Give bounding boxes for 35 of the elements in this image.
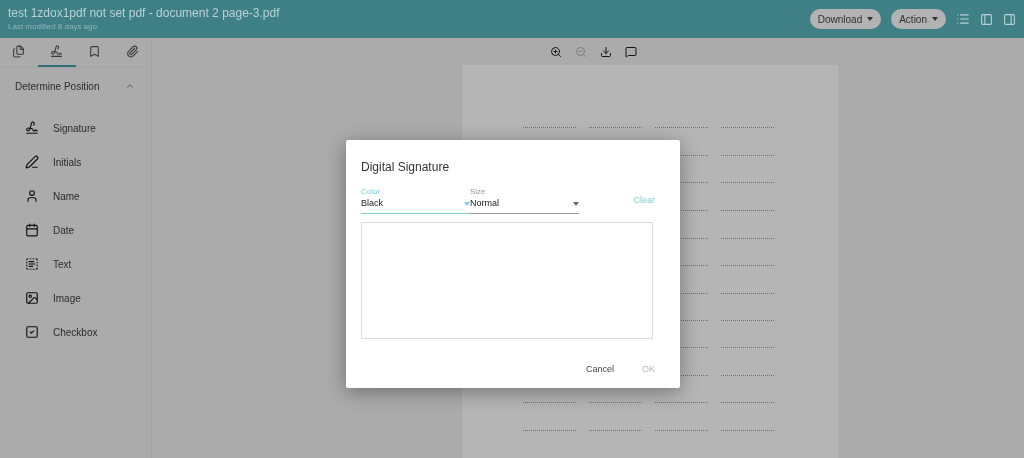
- last-modified: Last modified 8 days ago: [8, 21, 98, 32]
- zoom-in-button[interactable]: [549, 45, 562, 58]
- right-panel-icon[interactable]: [1003, 12, 1016, 26]
- checkbox-icon: [25, 325, 39, 339]
- comment-button[interactable]: [624, 45, 637, 58]
- pages-icon: [12, 45, 26, 58]
- caret-icon: [464, 201, 470, 206]
- attachment-icon: [125, 45, 139, 58]
- field-type-item[interactable]: Checkbox: [0, 315, 151, 349]
- signature-icon: [50, 45, 64, 58]
- select-field[interactable]: Color Black: [361, 187, 470, 214]
- download-button[interactable]: [599, 45, 612, 58]
- image-icon: [25, 291, 39, 305]
- dropdown-button[interactable]: Download: [809, 9, 882, 29]
- dialog-button[interactable]: Cancel: [585, 362, 614, 376]
- caret-icon: [932, 17, 938, 21]
- left-panel-icon[interactable]: [980, 12, 993, 26]
- chevron-up-icon[interactable]: [125, 81, 135, 91]
- text-icon: [25, 257, 39, 271]
- bookmark-icon: [87, 45, 101, 58]
- field-type-item[interactable]: Name: [0, 179, 151, 213]
- section-title: Determine Position: [15, 79, 100, 94]
- caret-icon: [867, 17, 874, 21]
- signature-icon: [25, 121, 39, 135]
- field-type-item[interactable]: Text: [0, 247, 151, 281]
- list-icon[interactable]: [956, 12, 970, 26]
- field-type-item[interactable]: Date: [0, 213, 151, 247]
- field-type-item[interactable]: Image: [0, 281, 151, 315]
- field-type-item[interactable]: Initials: [0, 145, 151, 179]
- dialog-title: Digital Signature: [361, 159, 451, 176]
- select-field[interactable]: Size Normal: [470, 187, 579, 214]
- field-type-item[interactable]: Signature: [0, 111, 151, 145]
- dropdown-button[interactable]: Action: [891, 9, 946, 29]
- document-title: test 1zdox1pdf not set pdf - document 2 page-3.pdf: [8, 6, 281, 21]
- caret-icon: [573, 201, 579, 206]
